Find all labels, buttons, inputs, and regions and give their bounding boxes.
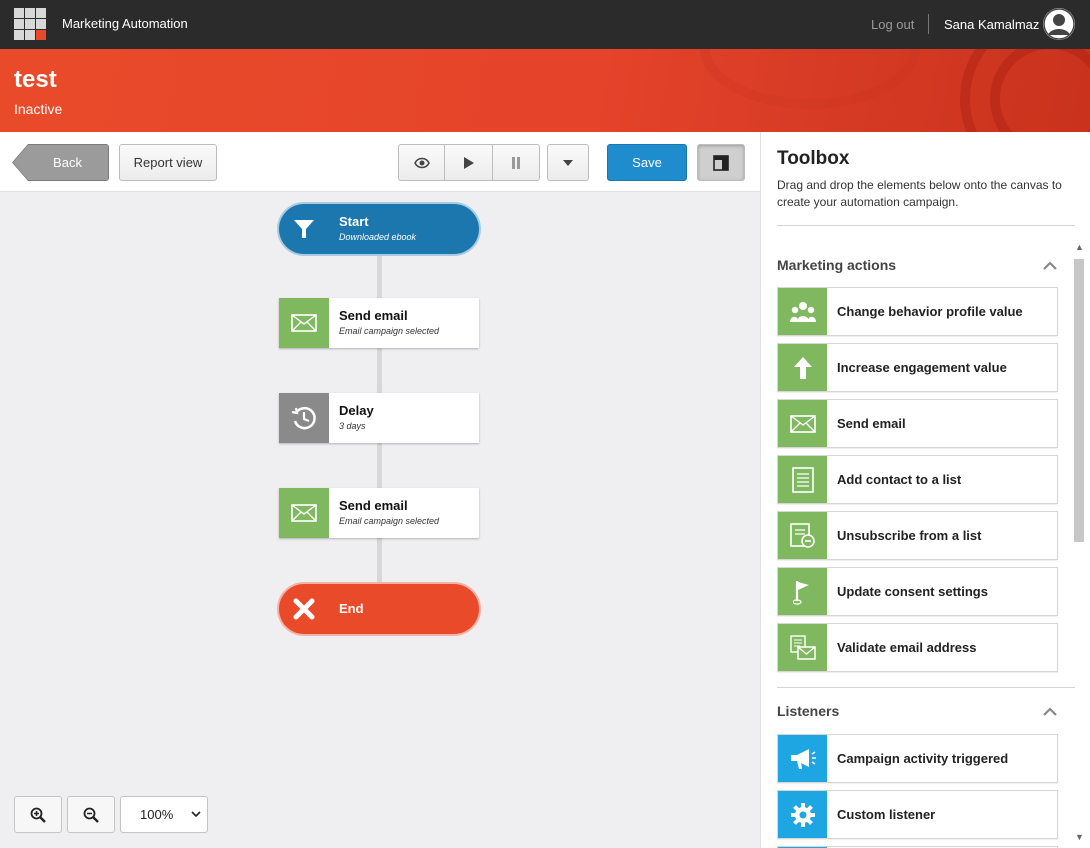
node-name: Start <box>339 214 369 229</box>
toolbox-item-label: Send email <box>837 416 906 431</box>
toolbox-item-increase-engagement[interactable]: Increase engagement value <box>777 343 1058 392</box>
node-name: Send email <box>339 308 408 323</box>
start-node[interactable]: Start Downloaded ebook <box>279 204 479 254</box>
zoom-in-button[interactable] <box>14 796 62 833</box>
toolbox-panel: Toolbox Drag and drop the elements below… <box>760 132 1090 848</box>
panel-layout-icon <box>713 154 729 171</box>
preview-button[interactable] <box>398 144 445 181</box>
clock-icon <box>279 393 329 443</box>
node-subtitle: 3 days <box>339 421 366 431</box>
back-label: Back <box>13 145 108 180</box>
people-icon <box>778 288 827 335</box>
more-options-button[interactable] <box>547 144 589 181</box>
activate-button[interactable] <box>444 144 493 181</box>
scroll-down-arrow-icon[interactable]: ▼ <box>1075 832 1084 842</box>
chevron-up-icon[interactable] <box>1043 261 1057 270</box>
send-email-node[interactable]: Send email Email campaign selected <box>279 298 479 348</box>
section-title-listeners: Listeners <box>777 703 840 719</box>
toolbox-item-validate-email[interactable]: Validate email address <box>777 623 1058 672</box>
divider <box>928 14 929 34</box>
scroll-up-arrow-icon[interactable]: ▲ <box>1075 242 1084 252</box>
toolbox-item-label: Unsubscribe from a list <box>837 528 982 543</box>
list-remove-icon <box>778 512 827 559</box>
divider <box>777 687 1075 688</box>
avatar[interactable] <box>1043 8 1075 40</box>
pause-button[interactable] <box>492 144 540 181</box>
divider <box>777 225 1075 226</box>
node-subtitle: Email campaign selected <box>339 326 440 336</box>
back-button[interactable]: Back <box>12 144 109 181</box>
toolbox-item-label: Increase engagement value <box>837 360 1007 375</box>
megaphone-icon <box>778 735 827 782</box>
app-title: Marketing Automation <box>62 16 188 31</box>
envelope-icon <box>778 400 827 447</box>
page-title: test <box>14 66 57 93</box>
toolbox-item-label: Campaign activity triggered <box>837 751 1009 766</box>
section-title-marketing-actions: Marketing actions <box>777 257 897 273</box>
funnel-icon <box>279 204 329 254</box>
zoom-out-icon <box>83 807 99 823</box>
toolbox-item-label: Validate email address <box>837 640 977 655</box>
close-icon <box>279 584 329 634</box>
username[interactable]: Sana Kamalmaz <box>944 17 1039 32</box>
scrollbar-thumb[interactable] <box>1074 259 1084 542</box>
toolbox-item-label: Custom listener <box>837 807 936 822</box>
play-icon <box>463 156 474 169</box>
chevron-down-icon <box>191 811 201 818</box>
arrow-up-icon <box>778 344 827 391</box>
end-node[interactable]: End <box>279 584 479 634</box>
report-view-button[interactable]: Report view <box>119 144 217 181</box>
caret-down-icon <box>563 159 573 166</box>
list-icon <box>778 456 827 503</box>
pause-icon <box>512 156 520 169</box>
gear-icon <box>778 791 827 838</box>
eye-icon <box>413 157 430 168</box>
toolbox-title: Toolbox <box>777 148 850 169</box>
node-subtitle: Email campaign selected <box>339 516 440 526</box>
node-name: Send email <box>339 498 408 513</box>
zoom-in-icon <box>30 807 46 823</box>
email-check-icon <box>778 624 827 671</box>
zoom-level-value: 100% <box>140 807 174 822</box>
node-subtitle: Downloaded ebook <box>339 232 417 242</box>
toolbox-item-campaign-activity-triggered[interactable]: Campaign activity triggered <box>777 734 1058 783</box>
status-text: Inactive <box>14 101 63 117</box>
envelope-icon <box>279 488 329 538</box>
toolbox-item-label: Add contact to a list <box>837 472 962 487</box>
delay-node[interactable]: Delay 3 days <box>279 393 479 443</box>
save-button[interactable]: Save <box>607 144 687 181</box>
node-name: Delay <box>339 403 374 418</box>
user-avatar-icon <box>1043 8 1075 40</box>
toolbox-item-unsubscribe-from-list[interactable]: Unsubscribe from a list <box>777 511 1058 560</box>
zoom-level-select[interactable]: 100% <box>120 796 208 833</box>
toolbox-item-change-behavior-profile[interactable]: Change behavior profile value <box>777 287 1058 336</box>
toolbox-item-add-contact-to-list[interactable]: Add contact to a list <box>777 455 1058 504</box>
zoom-out-button[interactable] <box>67 796 115 833</box>
toolbox-item-update-consent[interactable]: Update consent settings <box>777 567 1058 616</box>
flag-icon <box>778 568 827 615</box>
toolbox-item-custom-listener[interactable]: Custom listener <box>777 790 1058 839</box>
chevron-up-icon[interactable] <box>1043 707 1057 716</box>
top-bar: Marketing Automation Log out Sana Kamalm… <box>0 0 1090 49</box>
toolbox-item-send-email[interactable]: Send email <box>777 399 1058 448</box>
toolbox-item-label: Update consent settings <box>837 584 988 599</box>
toolbox-description: Drag and drop the elements below onto th… <box>777 178 1062 209</box>
envelope-icon <box>279 298 329 348</box>
send-email-node[interactable]: Send email Email campaign selected <box>279 488 479 538</box>
toolbox-item-label: Change behavior profile value <box>837 304 1023 319</box>
toggle-toolbox-button[interactable] <box>697 144 745 181</box>
node-name: End <box>339 601 364 616</box>
page-header: test Inactive <box>0 49 1090 132</box>
logout-link[interactable]: Log out <box>871 17 914 32</box>
app-launcher-icon[interactable] <box>14 8 46 40</box>
